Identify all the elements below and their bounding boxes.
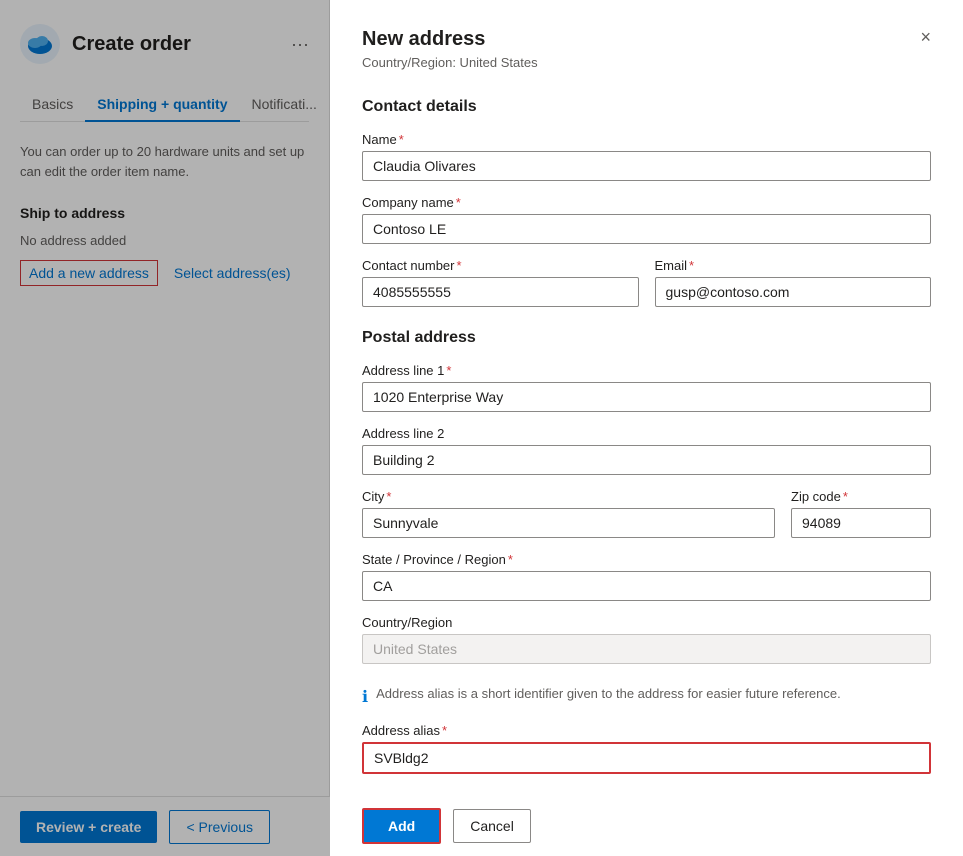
zip-label: Zip code* (791, 489, 931, 504)
zip-field-group: Zip code* (791, 489, 931, 538)
name-field-group: Name* (362, 132, 931, 181)
modal-title: New address (362, 28, 485, 51)
email-input[interactable] (655, 277, 932, 307)
modal-close-button[interactable]: × (920, 28, 931, 46)
country-input (362, 634, 931, 664)
contact-field-group: Contact number* (362, 258, 639, 307)
company-label: Company name* (362, 195, 931, 210)
address2-input[interactable] (362, 445, 931, 475)
alias-info-box: ℹ Address alias is a short identifier gi… (362, 686, 931, 707)
modal-footer: Add Cancel (362, 788, 931, 844)
modal-subtitle: Country/Region: United States (362, 55, 931, 70)
address1-field-group: Address line 1* (362, 363, 931, 412)
contact-details-heading: Contact details (362, 98, 931, 116)
country-field-group: Country/Region (362, 615, 931, 664)
city-input[interactable] (362, 508, 775, 538)
name-label: Name* (362, 132, 931, 147)
info-icon: ℹ (362, 687, 368, 707)
contact-email-row: Contact number* Email* (362, 258, 931, 321)
contact-label: Contact number* (362, 258, 639, 273)
name-input[interactable] (362, 151, 931, 181)
state-input[interactable] (362, 571, 931, 601)
new-address-modal: New address × Country/Region: United Sta… (330, 0, 963, 856)
state-label: State / Province / Region* (362, 552, 931, 567)
cancel-button[interactable]: Cancel (453, 809, 531, 843)
postal-address-heading: Postal address (362, 329, 931, 347)
add-button[interactable]: Add (362, 808, 441, 844)
state-field-group: State / Province / Region* (362, 552, 931, 601)
modal-header: New address × (362, 28, 931, 51)
address2-label: Address line 2 (362, 426, 931, 441)
contact-input[interactable] (362, 277, 639, 307)
country-label: Country/Region (362, 615, 931, 630)
alias-input[interactable] (362, 742, 931, 774)
email-field-group: Email* (655, 258, 932, 307)
address1-label: Address line 1* (362, 363, 931, 378)
alias-label: Address alias* (362, 723, 931, 738)
company-input[interactable] (362, 214, 931, 244)
alias-field-group: Address alias* (362, 723, 931, 774)
address2-field-group: Address line 2 (362, 426, 931, 475)
alias-info-text: Address alias is a short identifier give… (376, 686, 841, 701)
city-label: City* (362, 489, 775, 504)
zip-input[interactable] (791, 508, 931, 538)
city-zip-row: City* Zip code* (362, 489, 931, 552)
address1-input[interactable] (362, 382, 931, 412)
city-field-group: City* (362, 489, 775, 538)
company-field-group: Company name* (362, 195, 931, 244)
email-label: Email* (655, 258, 932, 273)
